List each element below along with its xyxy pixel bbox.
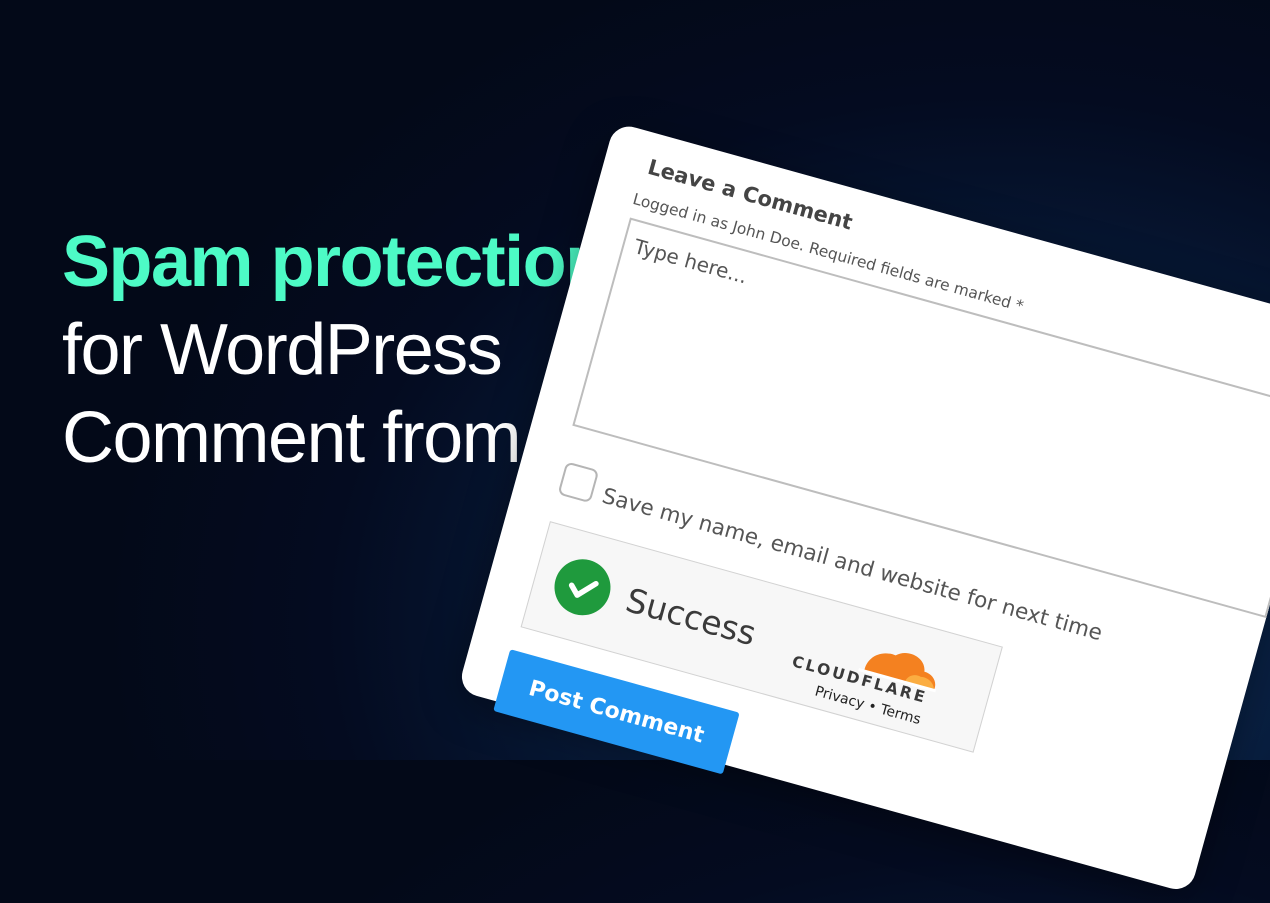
- headline-line-accent: Spam protection: [62, 222, 609, 302]
- terms-link[interactable]: Terms: [878, 702, 922, 728]
- save-info-checkbox[interactable]: [557, 461, 600, 504]
- turnstile-status-text: Success: [621, 580, 761, 654]
- check-circle-icon: [548, 552, 617, 622]
- headline-line-2: for WordPress: [62, 310, 503, 390]
- links-separator: •: [866, 698, 879, 716]
